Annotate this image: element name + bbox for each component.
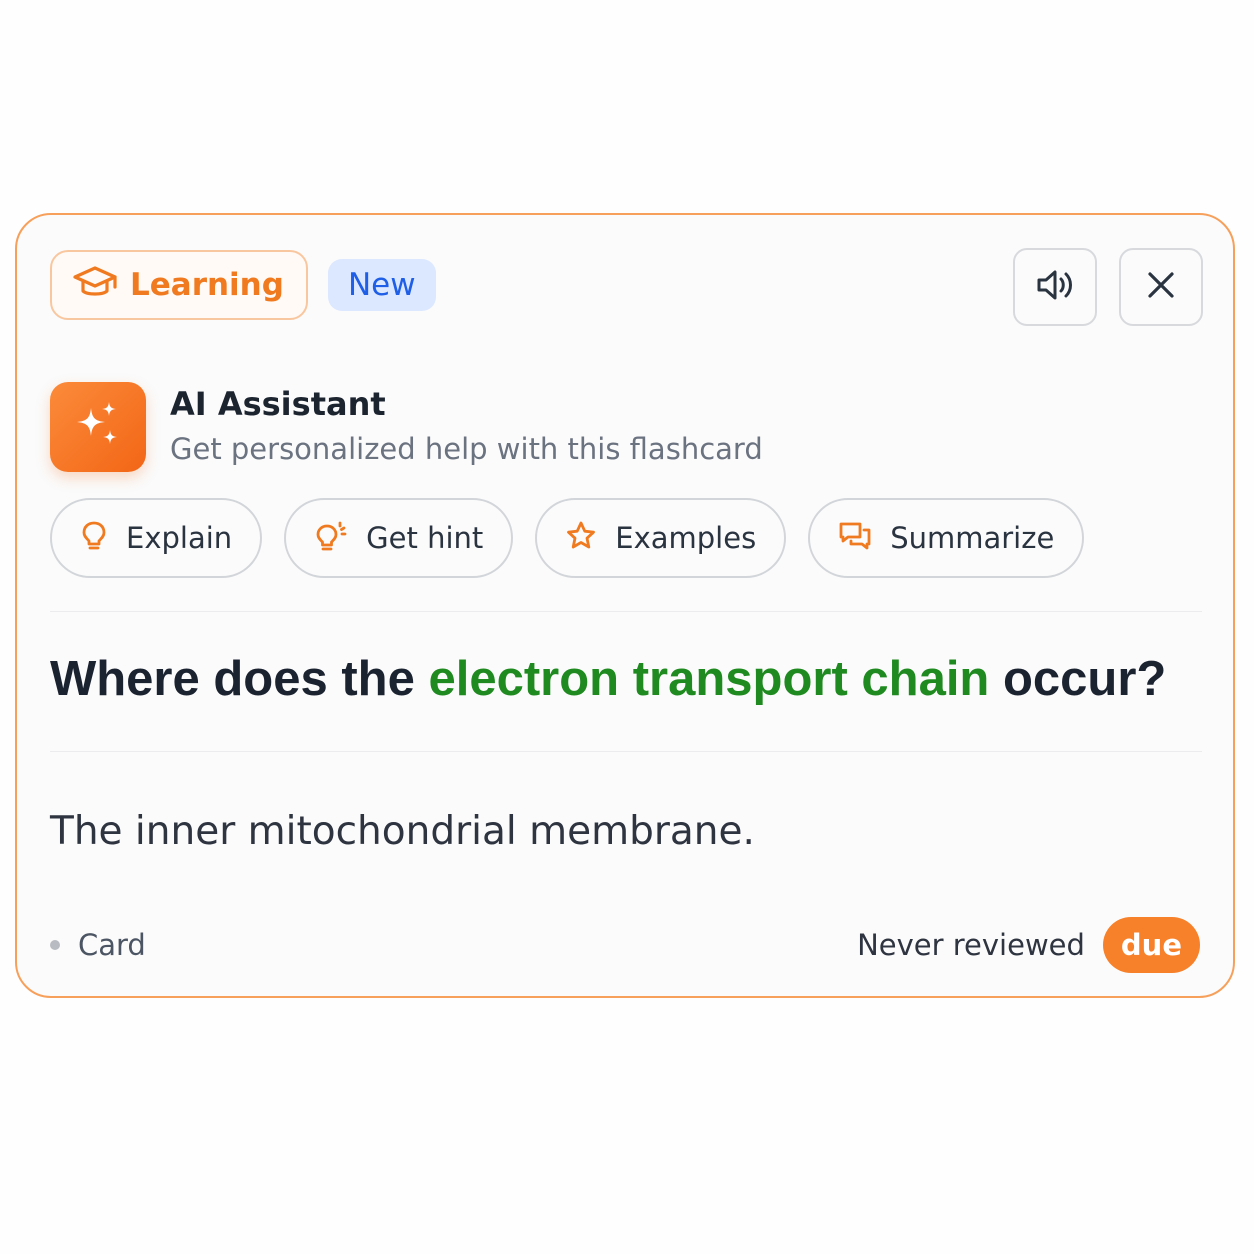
card-type-label: Card: [78, 928, 146, 962]
flashcard: Learning New AI Assistant Get personaliz…: [15, 213, 1235, 998]
review-status: Never reviewed due: [857, 917, 1200, 973]
summarize-label: Summarize: [890, 521, 1055, 555]
question-prefix: Where does the: [50, 652, 429, 706]
sound-button[interactable]: [1013, 248, 1097, 326]
card-type: Card: [50, 928, 146, 962]
due-badge: due: [1102, 917, 1200, 973]
review-status-label: Never reviewed: [857, 928, 1085, 962]
ai-assistant-title: AI Assistant: [170, 385, 386, 423]
ai-assistant-subtitle: Get personalized help with this flashcar…: [170, 432, 763, 466]
close-icon: [1145, 269, 1177, 305]
card-header: Learning New: [50, 250, 436, 320]
flashcard-answer: The inner mitochondrial membrane.: [50, 809, 755, 854]
question-suffix: occur?: [989, 652, 1167, 706]
bullet-dot-icon: [50, 940, 60, 950]
examples-label: Examples: [615, 521, 757, 555]
ai-actions: Explain Get hint Examples Summarize: [50, 498, 1085, 578]
get-hint-button[interactable]: Get hint: [284, 498, 514, 578]
divider: [50, 611, 1202, 612]
star-icon: [565, 520, 597, 556]
flashcard-question: Where does the electron transport chain …: [50, 651, 1210, 707]
hint-bulb-icon: [314, 520, 348, 556]
get-hint-label: Get hint: [366, 521, 484, 555]
examples-button[interactable]: Examples: [535, 498, 787, 578]
ai-assistant: AI Assistant Get personalized help with …: [50, 382, 763, 472]
close-button[interactable]: [1119, 248, 1203, 326]
lightbulb-icon: [80, 520, 108, 556]
divider: [50, 751, 1202, 752]
graduation-cap-icon: [72, 263, 118, 307]
sparkles-icon: [71, 398, 125, 456]
learning-badge: Learning: [50, 250, 308, 320]
explain-button[interactable]: Explain: [50, 498, 263, 578]
learning-label: Learning: [130, 267, 284, 303]
new-badge: New: [327, 259, 436, 311]
ai-assistant-tile: [50, 382, 146, 472]
chat-bubbles-icon: [838, 521, 872, 555]
explain-label: Explain: [126, 521, 233, 555]
summarize-button[interactable]: Summarize: [808, 498, 1085, 578]
question-highlight: electron transport chain: [428, 652, 990, 706]
speaker-icon: [1035, 267, 1075, 307]
